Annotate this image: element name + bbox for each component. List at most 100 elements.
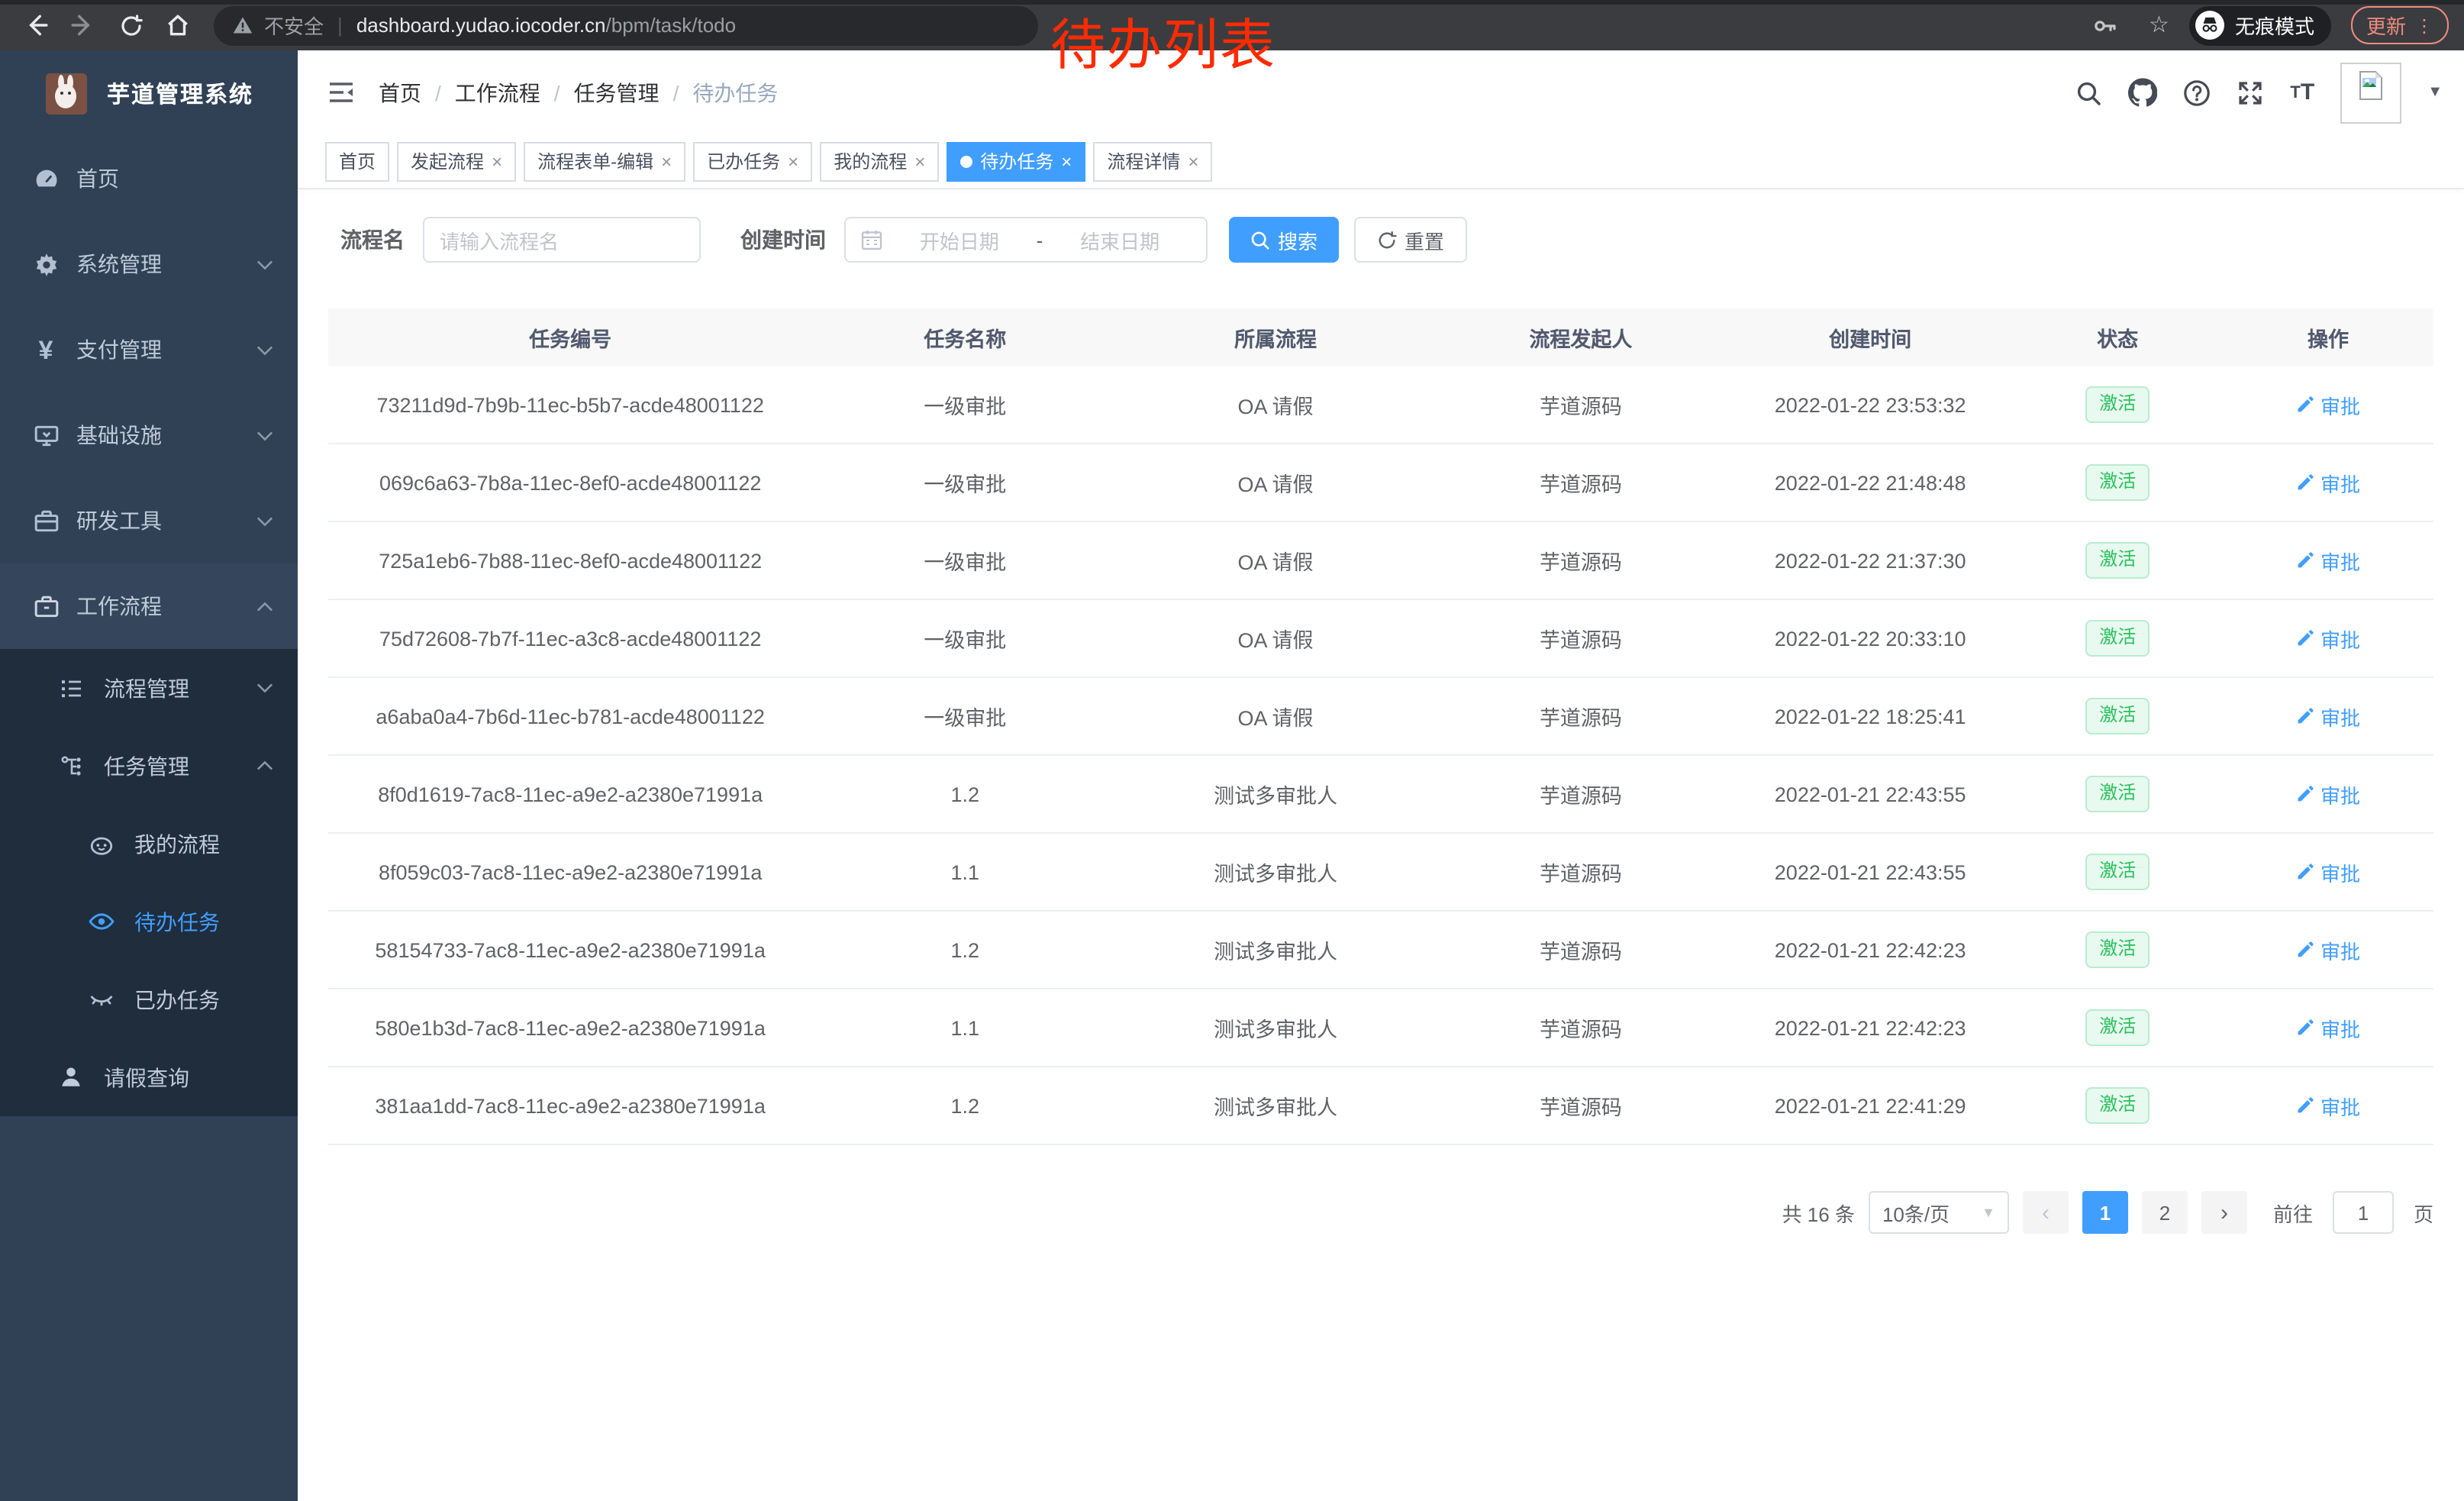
home-icon[interactable] <box>165 12 191 38</box>
avatar-caret-icon[interactable]: ▼ <box>2427 84 2443 101</box>
browser-menu-icon[interactable]: ⋮ <box>2415 15 2433 36</box>
font-size-icon[interactable]: TT <box>2290 79 2314 105</box>
cell-actions: 审批 <box>2223 755 2433 833</box>
cell-created: 2022-01-21 22:42:23 <box>1728 911 2012 989</box>
sidebar-item-label: 研发工具 <box>76 505 162 536</box>
chevron-down-icon <box>256 344 273 355</box>
key-icon[interactable] <box>2092 12 2118 38</box>
security-label[interactable]: 不安全 <box>264 11 324 40</box>
end-date-placeholder[interactable]: 结束日期 <box>1049 225 1191 254</box>
reload-icon[interactable] <box>118 12 144 38</box>
process-name-input[interactable]: 请输入流程名 <box>423 217 701 263</box>
prev-page-button[interactable]: ‹ <box>2023 1191 2069 1234</box>
sidebar-item-system[interactable]: 系统管理 <box>0 221 298 307</box>
approve-link[interactable]: 审批 <box>2296 780 2360 809</box>
approve-link[interactable]: 审批 <box>2296 1013 2360 1042</box>
sidebar-item-process-mgmt[interactable]: 流程管理 <box>0 649 298 727</box>
sidebar-collapse-icon[interactable] <box>328 81 354 104</box>
cell-created: 2022-01-21 22:43:55 <box>1728 833 2012 911</box>
next-page-button[interactable]: › <box>2201 1191 2247 1234</box>
breadcrumb-home[interactable]: 首页 <box>379 77 421 108</box>
update-button[interactable]: 更新 ⋮ <box>2351 6 2449 44</box>
approve-link[interactable]: 审批 <box>2296 1091 2360 1120</box>
status-badge: 激活 <box>2085 386 2150 423</box>
process-name-label: 流程名 <box>340 224 405 255</box>
tab-label: 已办任务 <box>707 148 780 174</box>
edit-icon <box>2296 863 2314 881</box>
sidebar-item-label: 首页 <box>76 163 119 194</box>
approve-link[interactable]: 审批 <box>2296 390 2360 419</box>
reset-button[interactable]: 重置 <box>1354 217 1467 263</box>
chevron-down-icon <box>256 430 273 441</box>
avatar[interactable] <box>2340 62 2401 123</box>
sidebar-item-workflow[interactable]: 工作流程 <box>0 563 298 649</box>
status-badge: 激活 <box>2085 1009 2150 1046</box>
tab-label: 流程表单-编辑 <box>537 148 653 174</box>
page-button-2[interactable]: 2 <box>2142 1191 2188 1234</box>
close-icon[interactable]: × <box>1061 150 1072 172</box>
tab-done-tasks[interactable]: 已办任务 × <box>693 141 812 181</box>
bookmark-star-icon[interactable]: ☆ <box>2149 14 2169 37</box>
close-icon[interactable]: × <box>1188 150 1198 172</box>
sidebar-item-payment[interactable]: ¥ 支付管理 <box>0 307 298 392</box>
date-range-picker[interactable]: 开始日期 - 结束日期 <box>844 217 1208 263</box>
help-icon[interactable] <box>2183 79 2211 106</box>
cell-created: 2022-01-22 21:48:48 <box>1728 444 2012 521</box>
cell-task-id: 580e1b3d-7ac8-11ec-a9e2-a2380e71991a <box>328 989 812 1067</box>
cell-actions: 审批 <box>2223 599 2433 677</box>
approve-link[interactable]: 审批 <box>2296 546 2360 575</box>
tab-process-detail[interactable]: 流程详情 × <box>1093 141 1212 181</box>
approve-link[interactable]: 审批 <box>2296 857 2360 886</box>
sidebar-item-leave-query[interactable]: 请假查询 <box>0 1038 298 1116</box>
close-icon[interactable]: × <box>914 150 925 172</box>
cell-actions: 审批 <box>2223 833 2433 911</box>
approve-link[interactable]: 审批 <box>2296 702 2360 731</box>
sidebar-item-home[interactable]: 首页 <box>0 136 298 221</box>
table-row: 725a1eb6-7b88-11ec-8ef0-acde48001122 一级审… <box>328 521 2433 599</box>
table-row: 069c6a63-7b8a-11ec-8ef0-acde48001122 一级审… <box>328 444 2433 521</box>
url-path[interactable]: /bpm/task/todo <box>606 14 737 37</box>
sidebar-item-task-mgmt[interactable]: 任务管理 <box>0 727 298 805</box>
sidebar-item-my-process[interactable]: 我的流程 <box>0 805 298 883</box>
tags-view: 首页 发起流程× 流程表单-编辑 × 已办任务 × 我的流程× 待办任务× 流程详情… <box>298 134 2464 189</box>
github-icon[interactable] <box>2128 78 2157 107</box>
fullscreen-icon[interactable] <box>2237 79 2264 106</box>
back-icon[interactable] <box>23 12 49 38</box>
cell-task-name: 一级审批 <box>812 599 1118 677</box>
url-host[interactable]: dashboard.yudao.iocoder.cn <box>356 14 606 37</box>
sidebar-item-done-tasks[interactable]: 已办任务 <box>0 960 298 1038</box>
search-icon[interactable] <box>2075 79 2102 106</box>
page-button-1[interactable]: 1 <box>2082 1191 2128 1234</box>
start-date-placeholder[interactable]: 开始日期 <box>889 225 1030 254</box>
page-size-select[interactable]: 10条/页 ▼ <box>1869 1191 2009 1234</box>
approve-link[interactable]: 审批 <box>2296 468 2360 497</box>
breadcrumb-task-mgmt[interactable]: 任务管理 <box>574 77 660 108</box>
close-icon[interactable]: × <box>492 150 502 172</box>
sidebar-item-infra[interactable]: 基础设施 <box>0 392 298 478</box>
forward-icon[interactable] <box>70 12 96 38</box>
cell-task-id: 725a1eb6-7b88-11ec-8ef0-acde48001122 <box>328 521 812 599</box>
close-icon[interactable]: × <box>788 150 798 172</box>
breadcrumb-workflow[interactable]: 工作流程 <box>455 77 540 108</box>
approve-link[interactable]: 审批 <box>2296 935 2360 964</box>
approve-link[interactable]: 审批 <box>2296 624 2360 653</box>
address-bar[interactable]: 不安全 | dashboard.yudao.iocoder.cn /bpm/ta… <box>214 5 1038 45</box>
tab-todo-tasks[interactable]: 待办任务× <box>947 141 1085 181</box>
app-title: 芋道管理系统 <box>107 77 253 109</box>
close-icon[interactable]: × <box>661 150 672 172</box>
goto-page-input[interactable]: 1 <box>2333 1191 2394 1234</box>
goto-page-value: 1 <box>2358 1201 2369 1224</box>
tab-label: 流程详情 <box>1107 148 1180 174</box>
search-button[interactable]: 搜索 <box>1229 217 1339 263</box>
page-content: 流程名 请输入流程名 创建时间 开始日期 - 结束日期 搜索 <box>298 189 2464 1501</box>
tab-start-process[interactable]: 发起流程× <box>397 141 516 181</box>
approve-label: 审批 <box>2320 702 2360 731</box>
tab-my-process[interactable]: 我的流程× <box>820 141 939 181</box>
sidebar-item-todo-tasks[interactable]: 待办任务 <box>0 883 298 960</box>
tab-home[interactable]: 首页 <box>325 141 389 181</box>
update-label[interactable]: 更新 <box>2366 11 2406 40</box>
sidebar-item-devtools[interactable]: 研发工具 <box>0 478 298 563</box>
reset-button-label: 重置 <box>1405 225 1444 254</box>
cell-status: 激活 <box>2012 444 2223 521</box>
tab-form-edit[interactable]: 流程表单-编辑 × <box>524 141 685 181</box>
